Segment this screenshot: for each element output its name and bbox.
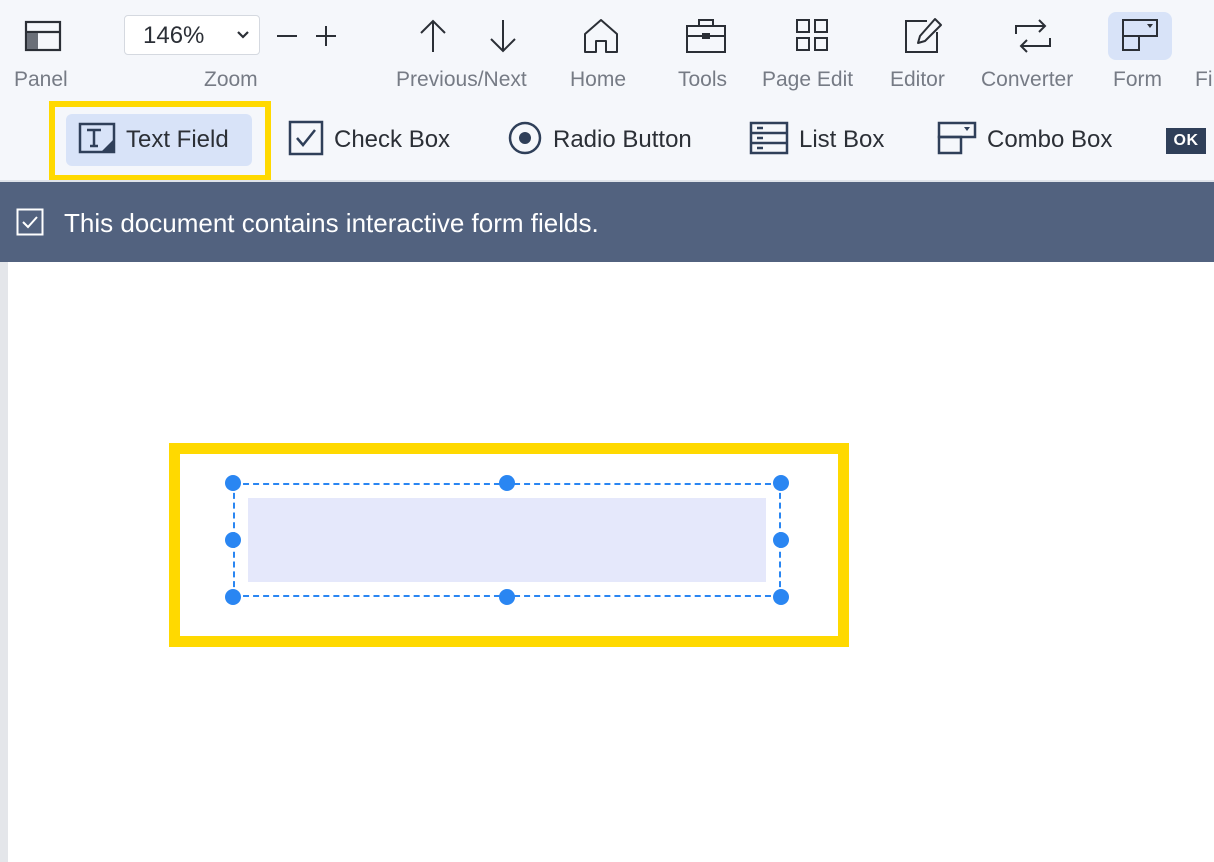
grid-icon[interactable] [795, 18, 829, 52]
radio-icon [507, 120, 543, 161]
list-box-label: List Box [799, 126, 885, 153]
zoom-select[interactable]: 146% [124, 15, 260, 55]
form-label[interactable]: Form [1113, 68, 1162, 92]
list-box-tool[interactable]: List Box [749, 112, 884, 168]
checkbox-icon[interactable] [16, 208, 44, 241]
resize-handle-bottom-right[interactable] [773, 589, 789, 605]
page-edge [0, 262, 8, 862]
resize-handle-top-right[interactable] [773, 475, 789, 491]
tools-label[interactable]: Tools [678, 68, 727, 92]
chevron-down-icon [235, 27, 251, 48]
convert-icon[interactable] [1013, 16, 1053, 56]
fill-label-partial[interactable]: Fi [1195, 68, 1213, 92]
toolbox-icon[interactable] [685, 18, 727, 54]
resize-handle-middle-left[interactable] [225, 532, 241, 548]
plus-icon[interactable] [315, 25, 337, 47]
resize-handle-middle-right[interactable] [773, 532, 789, 548]
editor-label[interactable]: Editor [890, 68, 945, 92]
main-toolbar: Panel 146% Zoom Previous/Next Home Tools [0, 0, 1214, 181]
resize-handle-bottom-left[interactable] [225, 589, 241, 605]
home-icon[interactable] [582, 17, 620, 55]
home-label[interactable]: Home [570, 68, 626, 92]
banner-message: This document contains interactive form … [64, 208, 599, 238]
resize-handle-bottom-center[interactable] [499, 589, 515, 605]
edit-icon[interactable] [903, 16, 943, 56]
panel-label[interactable]: Panel [14, 68, 68, 92]
radio-button-tool[interactable]: Radio Button [507, 112, 692, 168]
radio-button-label: Radio Button [553, 126, 692, 153]
arrow-up-icon[interactable] [418, 18, 448, 54]
combo-box-icon [937, 121, 977, 160]
combo-box-tool[interactable]: Combo Box [937, 112, 1112, 168]
text-field-highlight [49, 101, 271, 181]
zoom-label: Zoom [204, 68, 258, 91]
page-edit-label[interactable]: Page Edit [762, 68, 853, 92]
combo-box-label: Combo Box [987, 126, 1113, 153]
converter-label[interactable]: Converter [981, 68, 1073, 92]
resize-handle-top-left[interactable] [225, 475, 241, 491]
prevnext-label: Previous/Next [396, 68, 527, 91]
panel-icon[interactable] [24, 20, 62, 52]
minus-icon[interactable] [276, 25, 298, 47]
resize-handle-top-center[interactable] [499, 475, 515, 491]
check-box-tool[interactable]: Check Box [288, 112, 450, 168]
arrow-down-icon[interactable] [488, 18, 518, 54]
ok-button[interactable]: OK [1166, 128, 1206, 154]
check-box-label: Check Box [334, 126, 451, 153]
selection-bounding-box[interactable] [233, 483, 781, 597]
checkbox-icon [288, 120, 324, 161]
form-icon[interactable] [1121, 18, 1159, 52]
zoom-value: 146% [143, 22, 205, 49]
form-fields-banner: This document contains interactive form … [0, 182, 1214, 262]
list-box-icon [749, 121, 789, 160]
